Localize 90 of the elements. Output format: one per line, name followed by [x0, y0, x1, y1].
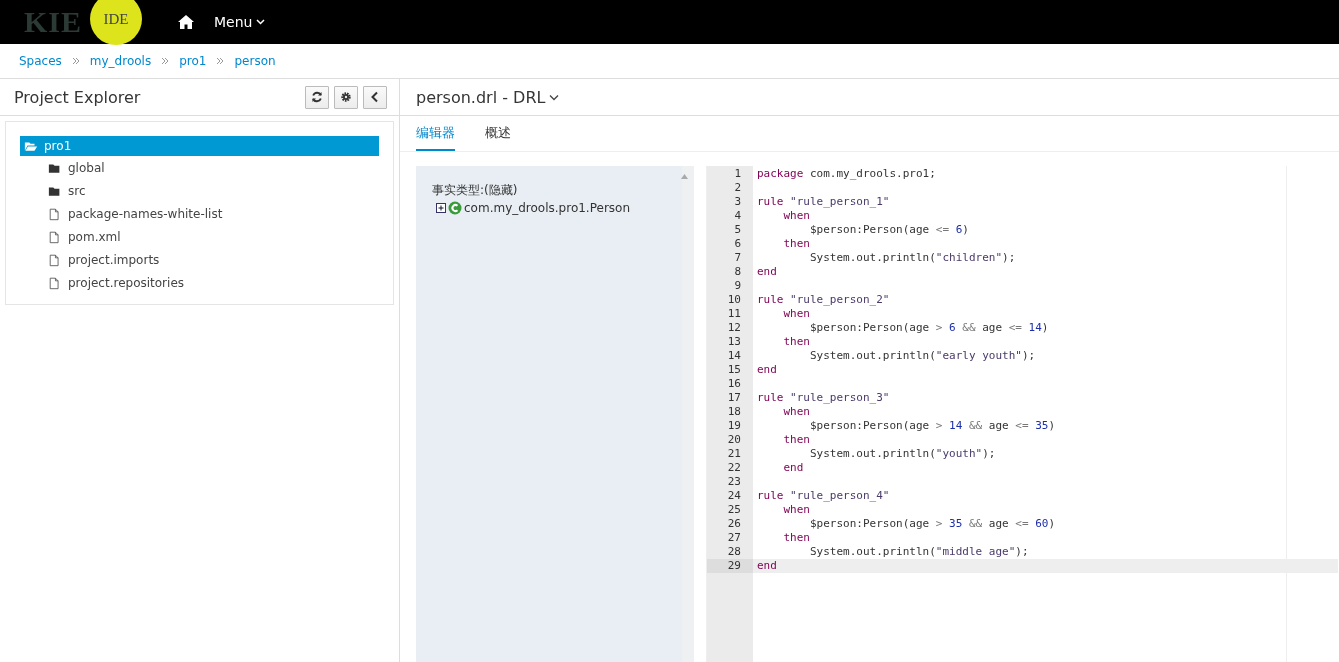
- line-number: 10: [726, 293, 742, 307]
- line-number: 28: [726, 545, 742, 559]
- chevron-icon: [161, 57, 170, 65]
- line-number: 16: [726, 377, 742, 391]
- home-icon[interactable]: [178, 15, 195, 29]
- code-line: package com.my_drools.pro1;: [756, 167, 937, 181]
- code-line: end: [782, 461, 805, 475]
- logo-badge: IDE: [90, 0, 143, 45]
- line-number: 3: [733, 195, 742, 209]
- breadcrumb-link[interactable]: Spaces: [19, 54, 62, 68]
- line-number: 23: [726, 475, 742, 489]
- collapse-button[interactable]: [363, 85, 387, 109]
- line-number: 17: [726, 391, 742, 405]
- line-number: 11: [726, 307, 742, 321]
- code-line: then: [782, 433, 811, 447]
- line-number: 1: [733, 167, 742, 181]
- line-number: 6: [733, 237, 742, 251]
- line-number: 15: [726, 363, 742, 377]
- line-number: 22: [726, 461, 742, 475]
- editor-title[interactable]: person.drl - DRL: [416, 87, 546, 107]
- logo-text: KIE: [24, 5, 83, 39]
- chevron-left-icon: [370, 91, 380, 103]
- line-number: 8: [733, 265, 742, 279]
- code-line: end: [756, 363, 778, 377]
- class-icon: [448, 201, 462, 215]
- breadcrumb-link[interactable]: my_drools: [89, 54, 152, 68]
- tree-item[interactable]: global: [44, 156, 379, 179]
- refresh-button[interactable]: [305, 85, 329, 109]
- refresh-icon: [311, 91, 323, 103]
- code-line: rule "rule_person_1": [756, 195, 891, 209]
- code-line: then: [782, 335, 811, 349]
- file-icon: [48, 206, 62, 221]
- code-line: $person:Person(age > 35 && age <= 60): [808, 517, 1057, 531]
- fact-type-item[interactable]: com.my_drools.pro1.Person: [464, 201, 630, 215]
- fact-types-heading: 事实类型:(隐藏): [432, 182, 519, 199]
- code-line: when: [782, 307, 811, 321]
- code-line: when: [782, 405, 811, 419]
- breadcrumb-link[interactable]: pro1: [179, 54, 207, 68]
- line-number: 27: [726, 531, 742, 545]
- line-number: 21: [726, 447, 742, 461]
- tree-item[interactable]: package-names-white-list: [44, 202, 379, 225]
- line-number: 14: [726, 349, 742, 363]
- code-line: System.out.println("youth");: [808, 447, 997, 461]
- line-number: 13: [726, 335, 742, 349]
- line-number: 25: [726, 503, 742, 517]
- code-line: rule "rule_person_3": [756, 391, 891, 405]
- file-icon: [48, 252, 62, 267]
- line-number: 29: [707, 559, 753, 573]
- tree-item[interactable]: pom.xml: [44, 225, 379, 248]
- line-number: 2: [733, 181, 742, 195]
- file-icon: [48, 229, 62, 244]
- code-line: when: [782, 209, 811, 223]
- line-number: 19: [726, 419, 742, 433]
- line-number: 18: [726, 405, 742, 419]
- code-line: System.out.println("middle age");: [808, 545, 1030, 559]
- code-line: System.out.println("children");: [808, 251, 1017, 265]
- code-line: rule "rule_person_4": [756, 489, 891, 503]
- line-number: 26: [726, 517, 742, 531]
- settings-icon: [340, 91, 352, 103]
- code-line: System.out.println("early youth");: [808, 349, 1037, 363]
- code-line: then: [782, 531, 811, 545]
- expand-icon[interactable]: [436, 203, 446, 213]
- caret-icon[interactable]: [549, 93, 560, 101]
- code-line: end: [756, 265, 778, 279]
- line-number: 20: [726, 433, 742, 447]
- line-number: 4: [733, 209, 742, 223]
- code-line: then: [782, 237, 811, 251]
- line-number: 7: [733, 251, 742, 265]
- code-line: rule "rule_person_2": [756, 293, 891, 307]
- line-number: 9: [733, 279, 742, 293]
- panel-title: Project Explorer: [14, 87, 142, 107]
- caret-icon: [256, 19, 266, 25]
- editor-tab[interactable]: 编辑器: [416, 116, 455, 151]
- line-number: 5: [733, 223, 742, 237]
- chevron-icon: [216, 57, 225, 65]
- tree-item[interactable]: project.repositories: [44, 271, 379, 294]
- editor-tab[interactable]: 概述: [485, 116, 511, 151]
- line-number: 24: [726, 489, 742, 503]
- code-line: when: [782, 503, 811, 517]
- breadcrumb-link[interactable]: person: [234, 54, 276, 68]
- tree-item[interactable]: src: [44, 179, 379, 202]
- menu-button[interactable]: Menu: [214, 14, 266, 30]
- file-icon: [48, 275, 62, 290]
- chevron-icon: [71, 57, 80, 65]
- line-number: 12: [726, 321, 742, 335]
- code-line: $person:Person(age > 14 && age <= 35): [808, 419, 1057, 433]
- code-line: $person:Person(age <= 6): [808, 223, 970, 237]
- code-line: $person:Person(age > 6 && age <= 14): [808, 321, 1050, 335]
- settings-button[interactable]: [334, 85, 358, 109]
- tree-item[interactable]: project.imports: [44, 248, 379, 271]
